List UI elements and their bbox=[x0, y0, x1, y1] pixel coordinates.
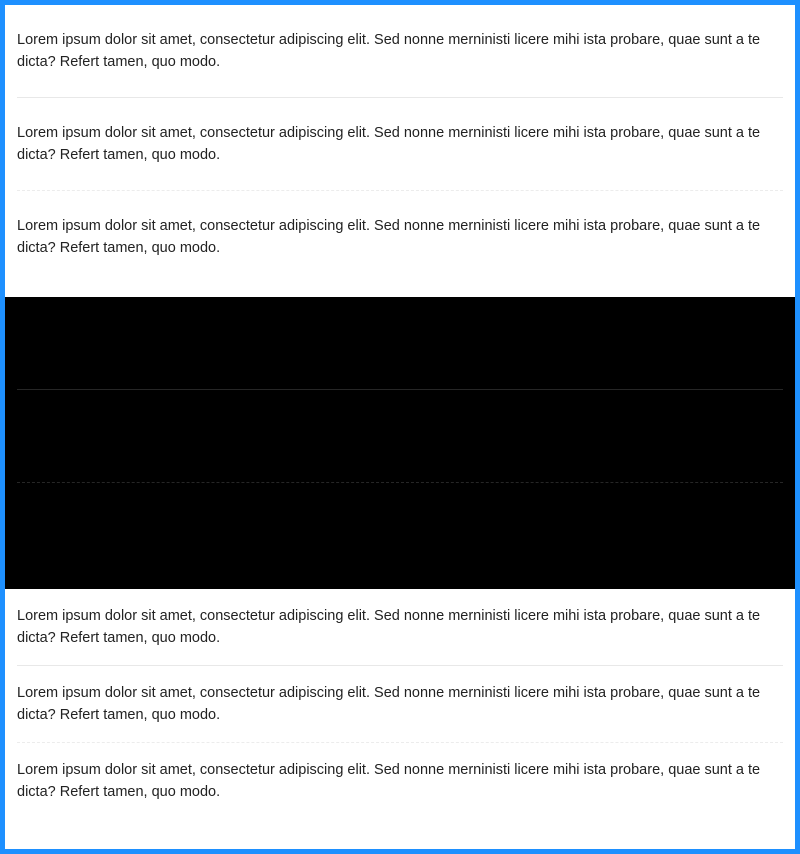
light-section-top: Lorem ipsum dolor sit amet, consectetur … bbox=[5, 5, 795, 297]
dark-section: Lorem ipsum dolor sit amet, consectetur … bbox=[5, 297, 795, 589]
text-block: Lorem ipsum dolor sit amet, consectetur … bbox=[17, 218, 761, 256]
text-block-dark: Lorem ipsum dolor sit amet, consectetur … bbox=[17, 510, 761, 548]
text-block: Lorem ipsum dolor sit amet, consectetur … bbox=[17, 98, 783, 191]
text-block: Lorem ipsum dolor sit amet, consectetur … bbox=[17, 666, 783, 743]
text-block: Lorem ipsum dolor sit amet, consectetur … bbox=[17, 5, 783, 98]
text-block: Lorem ipsum dolor sit amet, consectetur … bbox=[17, 589, 783, 666]
page-frame: Lorem ipsum dolor sit amet, consectetur … bbox=[0, 0, 800, 854]
text-block-dark: Lorem ipsum dolor sit amet, consectetur … bbox=[17, 297, 783, 390]
light-section-bottom: Lorem ipsum dolor sit amet, consectetur … bbox=[5, 589, 795, 846]
text-block: Lorem ipsum dolor sit amet, consectetur … bbox=[17, 762, 761, 800]
text-block-dark: Lorem ipsum dolor sit amet, consectetur … bbox=[17, 390, 783, 483]
